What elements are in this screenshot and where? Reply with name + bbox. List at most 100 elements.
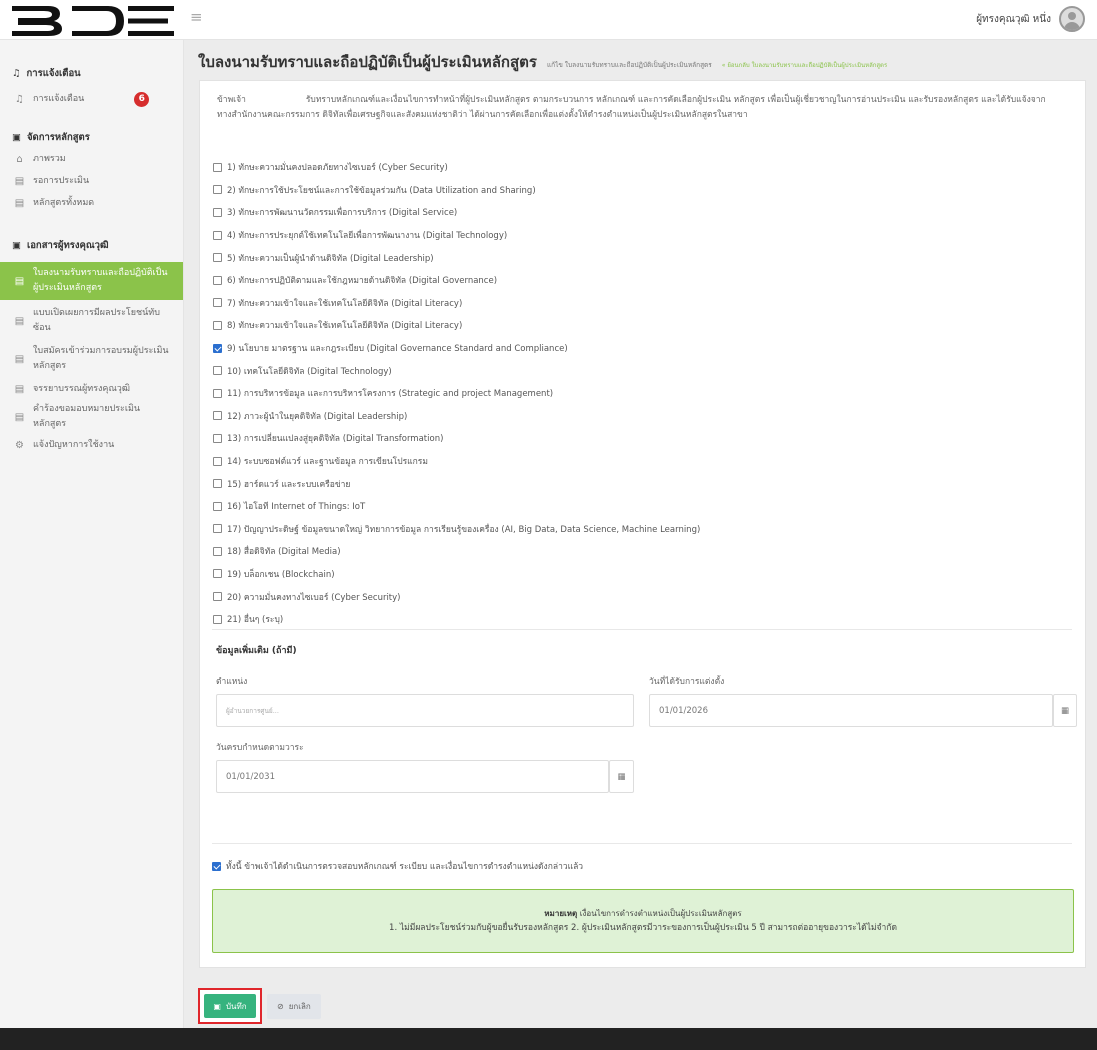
skill-option[interactable]: 15) ฮาร์ดแวร์ และระบบเครือข่าย (213, 472, 1073, 495)
save-icon: ▣ (213, 1001, 221, 1011)
skill-checkbox[interactable] (213, 207, 222, 217)
note-title: หมายเหตุ (544, 909, 578, 918)
skill-label: 6) ทักษะการปฏิบัติตามและใช้กฎหมายด้านดิจ… (227, 276, 498, 287)
sidebar-item-pending[interactable]: ▤ รอการประเมิน (0, 170, 183, 192)
skill-checkbox[interactable] (213, 162, 222, 172)
confirm-label: ทั้งนี้ ข้าพเจ้าได้ดำเนินการตรวจสอบหลักเ… (226, 862, 584, 872)
term-end-input[interactable]: 01/01/2031 (216, 760, 609, 793)
document-icon: ▤ (14, 353, 25, 365)
skill-option[interactable]: 8) ทักษะความเข้าใจและใช้เทคโนโลยีดิจิทัล… (213, 314, 1073, 337)
skill-option[interactable]: 7) ทักษะความเข้าใจและใช้เทคโนโลยีดิจิทัล… (213, 292, 1073, 315)
skill-label: 18) สื่อดิจิทัล (Digital Media) (227, 547, 341, 558)
skill-option[interactable]: 14) ระบบซอฟต์แวร์ และฐานข้อมูล การเขียนโ… (213, 450, 1073, 473)
list-icon: ▣ (12, 131, 21, 143)
skill-checkbox[interactable] (213, 592, 222, 602)
avatar-icon[interactable] (1059, 6, 1085, 32)
cancel-button[interactable]: ⊘ ยกเลิก (267, 994, 321, 1019)
note-body: 1. ไม่มีผลประโยชน์ร่วมกับผู้ขอยื่นรับรอง… (389, 923, 897, 933)
bell-icon: ♫ (12, 67, 21, 79)
skill-option[interactable]: 10) เทคโนโลยีดิจิทัล (Digital Technology… (213, 359, 1073, 382)
skill-checkbox[interactable] (213, 411, 222, 421)
skill-checkbox[interactable] (213, 185, 222, 195)
skill-checkbox[interactable] (213, 569, 222, 579)
skill-label: 1) ทักษะความมั่นคงปลอดภัยทางไซเบอร์ (Cyb… (227, 163, 448, 174)
skill-option[interactable]: 6) ทักษะการปฏิบัติตามและใช้กฎหมายด้านดิจ… (213, 269, 1073, 292)
skill-checkbox[interactable] (213, 456, 222, 466)
skill-option[interactable]: 12) ภาวะผู้นำในยุคดิจิทัล (Digital Leade… (213, 405, 1073, 428)
additional-info-heading: ข้อมูลเพิ่มเติม (ถ้ามี) (216, 646, 297, 656)
position-input[interactable]: ผู้อำนวยการศูนย์... (216, 694, 634, 727)
appointment-calendar-button[interactable]: ▦ (1053, 694, 1077, 727)
skill-option[interactable]: 2) ทักษะการใช้ประโยชน์และการใช้ข้อมูลร่ว… (213, 179, 1073, 202)
skill-label: 16) ไอโอที Internet of Things: IoT (227, 502, 366, 513)
confirm-checkbox-row[interactable]: ทั้งนี้ ข้าพเจ้าได้ดำเนินการตรวจสอบหลักเ… (212, 859, 583, 873)
skill-option[interactable]: 1) ทักษะความมั่นคงปลอดภัยทางไซเบอร์ (Cyb… (213, 156, 1073, 179)
skill-checkbox[interactable] (213, 230, 222, 240)
skill-option[interactable]: 18) สื่อดิจิทัล (Digital Media) (213, 540, 1073, 563)
home-icon: ⌂ (16, 153, 23, 165)
sidebar-item-ethics[interactable]: ▤ จรรยาบรรณผู้ทรงคุณวุฒิ (0, 376, 183, 398)
menu-toggle-icon[interactable]: ≡ (190, 10, 203, 25)
page-subtitle: แก้ไข ใบลงนามรับทราบและถือปฏิบัติเป็นผู้… (546, 61, 712, 69)
bell-icon: ♫ (15, 93, 24, 105)
skill-checkbox[interactable] (213, 253, 222, 263)
skill-option[interactable]: 20) ความมั่นคงทางไซเบอร์ (Cyber Security… (213, 585, 1073, 608)
page-header: ใบลงนามรับทราบและถือปฏิบัติเป็นผู้ประเมิ… (198, 50, 887, 74)
skill-label: 3) ทักษะการพัฒนานวัตกรรมเพื่อการบริการ (… (227, 208, 458, 219)
skill-checkbox[interactable] (213, 433, 222, 443)
document-icon: ▤ (14, 411, 25, 423)
skill-checkbox[interactable] (213, 546, 222, 556)
sidebar-item-report[interactable]: ⚙ แจ้งปัญหาการใช้งาน (0, 432, 183, 454)
skill-label: 11) การบริหารข้อมูล และการบริหารโครงการ … (227, 389, 554, 400)
skill-checkbox[interactable] (213, 275, 222, 285)
divider (212, 843, 1072, 844)
skill-checkbox[interactable] (213, 298, 222, 308)
sidebar-item-assignment[interactable]: ▤ คำร้องขอมอบหมายประเมินหลักสูตร (0, 398, 183, 432)
sidebar-item-training[interactable]: ▤ ใบสมัครเข้าร่วมการอบรมผู้ประเมินหลักสูต… (0, 338, 183, 376)
calendar-icon: ▦ (617, 771, 626, 782)
skill-label: 10) เทคโนโลยีดิจิทัล (Digital Technology… (227, 366, 392, 377)
sidebar-item-overview[interactable]: ⌂ ภาพรวม (0, 148, 183, 170)
skill-label: 7) ทักษะความเข้าใจและใช้เทคโนโลยีดิจิทัล… (227, 298, 463, 309)
skill-checkbox[interactable] (213, 524, 222, 534)
note-box: หมายเหตุ เงื่อนไขการดำรงตำแหน่งเป็นผู้ปร… (212, 889, 1074, 953)
skill-option[interactable]: 19) บล็อกเชน (Blockchain) (213, 563, 1073, 586)
confirm-checkbox[interactable] (212, 861, 221, 871)
list-icon: ▣ (12, 239, 21, 251)
term-calendar-button[interactable]: ▦ (609, 760, 634, 793)
sidebar-section-documents: ▣ เอกสารผู้ทรงคุณวุฒิ (12, 239, 109, 251)
skill-checkbox[interactable] (213, 501, 222, 511)
skill-checkbox[interactable] (213, 479, 222, 489)
skill-checkbox[interactable] (213, 320, 222, 330)
document-icon: ▤ (14, 315, 25, 327)
user-name: ผู้ทรงคุณวุฒิ หนึ่ง (976, 13, 1051, 25)
sidebar-section-curriculum: ▣ จัดการหลักสูตร (12, 131, 90, 143)
skill-label: 21) อื่นๆ (ระบุ) (227, 615, 284, 626)
bde-logo[interactable] (10, 4, 176, 38)
appointment-date-input[interactable]: 01/01/2026 (649, 694, 1053, 727)
sidebar: ♫ การแจ้งเตือน ♫ การแจ้งเตือน 6 ▣ จัดการหลัก… (0, 40, 184, 1028)
skill-checkbox[interactable] (213, 366, 222, 376)
breadcrumb-back-link[interactable]: « ย้อนกลับ ใบลงนามรับทราบและถือปฏิบัติเป… (722, 60, 887, 70)
sidebar-item-all-courses[interactable]: ▤ หลักสูตรทั้งหมด (0, 192, 183, 214)
skill-checkbox[interactable] (213, 614, 222, 624)
skill-checkbox[interactable] (213, 388, 222, 398)
skill-option[interactable]: 11) การบริหารข้อมูล และการบริหารโครงการ … (213, 382, 1073, 405)
skill-option[interactable]: 13) การเปลี่ยนแปลงสู่ยุคดิจิทัล (Digital… (213, 427, 1073, 450)
skill-option[interactable]: 3) ทักษะการพัฒนานวัตกรรมเพื่อการบริการ (… (213, 201, 1073, 224)
save-button[interactable]: ▣ บันทึก (204, 994, 256, 1018)
skill-option[interactable]: 17) ปัญญาประดิษฐ์ ข้อมูลขนาดใหญ่ วิทยากา… (213, 518, 1073, 541)
skill-option[interactable]: 5) ทักษะความเป็นผู้นำด้านดิจิทัล (Digita… (213, 246, 1073, 269)
skill-option[interactable]: 9) นโยบาย มาตรฐาน และกฎระเบียบ (Digital … (213, 337, 1073, 360)
sidebar-item-acknowledgement[interactable]: ▤ ใบลงนามรับทราบและถือปฏิบัติเป็นผู้ประเม… (0, 262, 183, 300)
sidebar-item-notifications[interactable]: ♫ การแจ้งเตือน 6 (0, 88, 183, 110)
skill-option[interactable]: 4) ทักษะการประยุกต์ใช้เทคโนโลยีเพื่อการพ… (213, 224, 1073, 247)
user-menu[interactable]: ผู้ทรงคุณวุฒิ หนึ่ง (976, 6, 1085, 32)
skill-option[interactable]: 16) ไอโอที Internet of Things: IoT (213, 495, 1073, 518)
sidebar-item-conflict[interactable]: ▤ แบบเปิดเผยการมีผลประโยชน์ทับซ้อน (0, 300, 183, 338)
form-actions: ▣ บันทึก ⊘ ยกเลิก (198, 988, 321, 1024)
skill-label: 19) บล็อกเชน (Blockchain) (227, 569, 335, 580)
skill-option[interactable]: 21) อื่นๆ (ระบุ) (213, 608, 1073, 631)
document-icon: ▤ (14, 383, 25, 395)
skill-checkbox[interactable] (213, 343, 222, 353)
